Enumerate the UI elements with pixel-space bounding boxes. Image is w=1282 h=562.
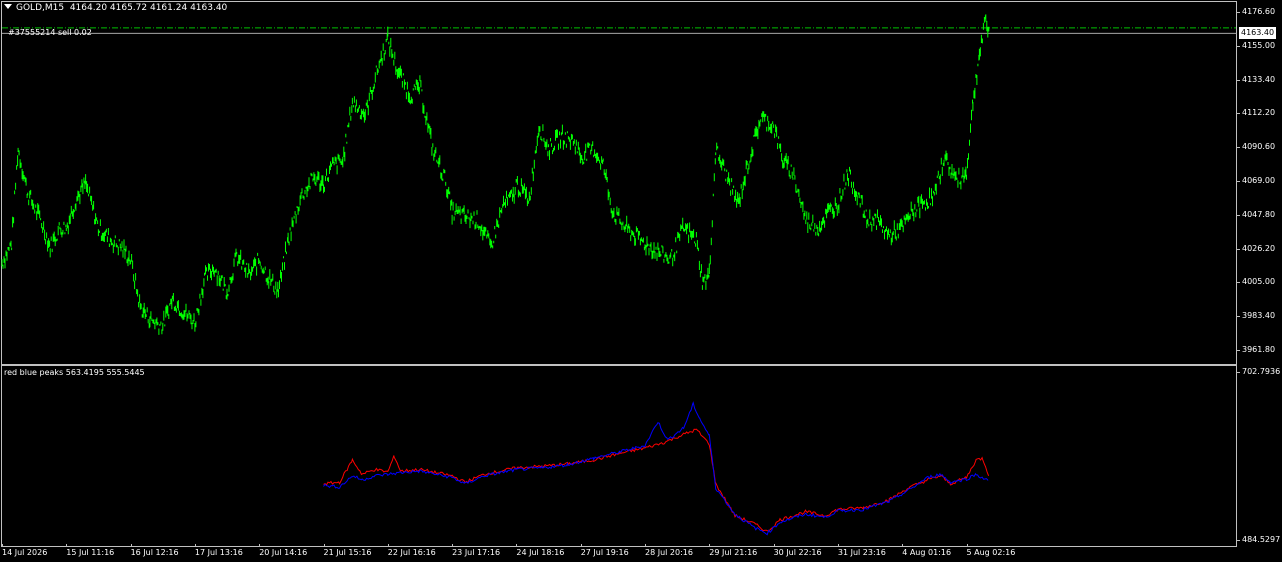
time-tick: 24 Jul 18:16 <box>516 544 565 557</box>
indicator-axis-min: 484.5297 <box>1235 535 1281 544</box>
time-tick: 30 Jul 22:16 <box>773 544 822 557</box>
indicator-axis-max: 702.7936 <box>1235 367 1281 376</box>
chart-title: GOLD,M15 4164.20 4165.72 4161.24 4163.40 <box>4 3 227 13</box>
time-tick: 14 Jul 2026 <box>2 544 48 557</box>
time-tick: 29 Jul 21:16 <box>709 544 758 557</box>
time-tick: 31 Jul 23:16 <box>837 544 886 557</box>
time-tick: 17 Jul 13:16 <box>194 544 243 557</box>
price-tick: 4133.40 <box>1235 74 1276 84</box>
time-tick: 27 Jul 19:16 <box>580 544 629 557</box>
price-tick: 4047.80 <box>1235 209 1276 219</box>
price-tick: 4155.00 <box>1235 40 1276 50</box>
dropdown-triangle-icon[interactable] <box>4 4 12 9</box>
price-tick: 3983.40 <box>1235 311 1276 321</box>
price-tick: 4176.60 <box>1235 6 1276 16</box>
time-tick: 22 Jul 16:16 <box>387 544 436 557</box>
price-series <box>1 14 990 335</box>
red-peaks-series <box>323 428 990 532</box>
time-tick: 4 Aug 01:16 <box>902 544 952 557</box>
price-tick: 4026.20 <box>1235 243 1276 253</box>
order-label[interactable]: #37555214 sell 0.02 <box>8 28 92 37</box>
time-tick: 16 Jul 12:16 <box>130 544 179 557</box>
price-tick: 4112.20 <box>1235 108 1276 118</box>
symbol-label: GOLD,M15 <box>16 3 65 13</box>
ohlc-values: 4164.20 4165.72 4161.24 4163.40 <box>69 3 228 13</box>
time-tick: 5 Aug 02:16 <box>966 544 1016 557</box>
blue-peaks-series <box>323 401 989 536</box>
chart-canvas[interactable] <box>0 0 1282 562</box>
price-tick: 3961.80 <box>1235 345 1276 355</box>
price-candles <box>1 14 990 335</box>
time-tick: 23 Jul 17:16 <box>452 544 501 557</box>
price-tick: 4069.00 <box>1235 176 1276 186</box>
price-tick: 4090.60 <box>1235 142 1276 152</box>
time-tick: 20 Jul 14:16 <box>259 544 308 557</box>
time-tick: 21 Jul 15:16 <box>323 544 372 557</box>
time-tick: 28 Jul 20:16 <box>645 544 693 557</box>
price-tick: 4005.00 <box>1235 277 1276 287</box>
indicator-title: red blue peaks 563.4195 555.5445 <box>4 368 145 377</box>
current-price-badge: 4163.40 <box>1239 27 1277 40</box>
time-tick: 15 Jul 11:16 <box>66 544 115 557</box>
